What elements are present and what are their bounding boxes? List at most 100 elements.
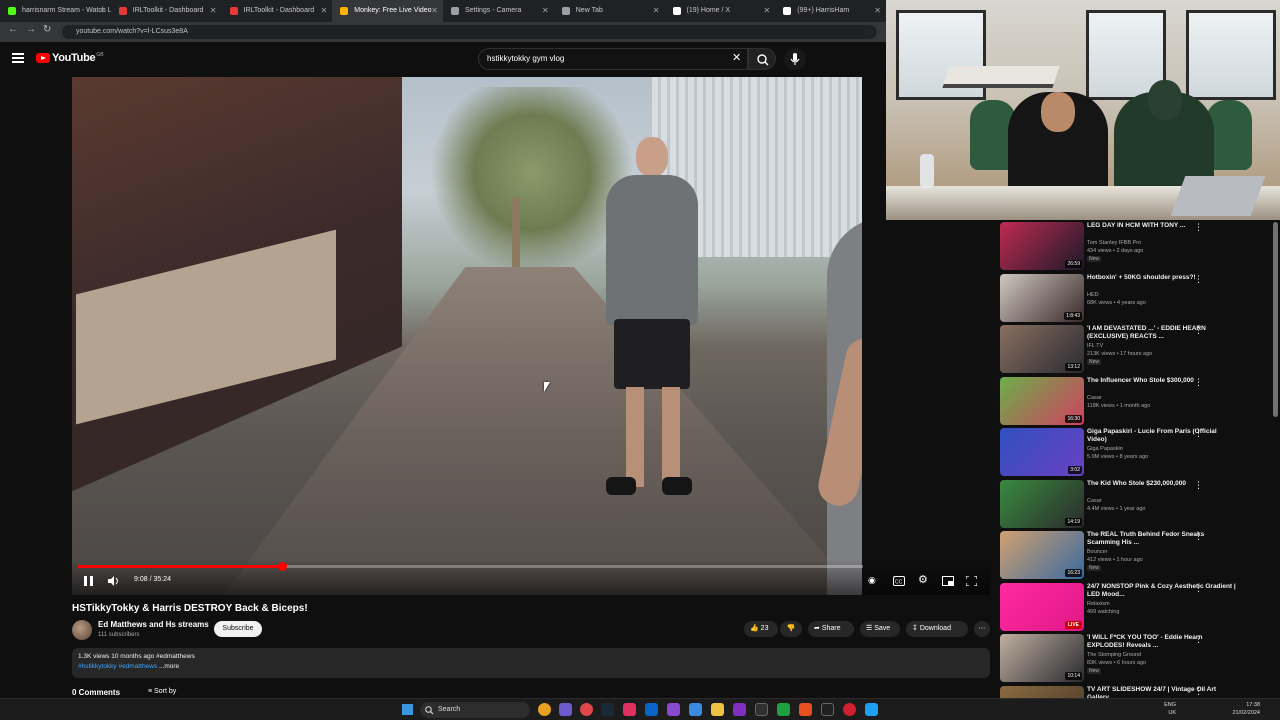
language-indicator[interactable]: ENG UK xyxy=(1162,701,1176,717)
more-vertical-icon[interactable]: ⋮ xyxy=(1194,377,1203,386)
more-vertical-icon[interactable]: ⋮ xyxy=(1194,480,1203,489)
teams-icon[interactable] xyxy=(559,703,572,716)
description-box[interactable]: 1.3K views 10 months ago #edmatthews #hs… xyxy=(72,648,990,678)
recommendation-channel[interactable]: Relaxism xyxy=(1087,601,1110,607)
recommendation-item[interactable]: 10:14 'I WILL F*CK YOU TOO' - Eddie Hearn… xyxy=(998,634,1274,686)
recommendation-thumbnail[interactable]: 10:14 xyxy=(1000,634,1084,682)
clock[interactable]: 17:38 21/02/2024 xyxy=(1220,701,1260,717)
description-more[interactable]: ...more xyxy=(159,663,179,670)
recommendation-thumbnail[interactable]: LIVE xyxy=(1000,582,1084,631)
file-explorer-icon[interactable] xyxy=(711,703,724,716)
browser-tab[interactable]: New Tab ✕ xyxy=(554,0,665,22)
autoplay-toggle-icon[interactable]: ◉ xyxy=(868,575,876,586)
recommendation-channel[interactable]: Casar xyxy=(1087,395,1102,401)
pause-button[interactable] xyxy=(84,576,93,586)
more-vertical-icon[interactable]: ⋮ xyxy=(1194,223,1203,232)
like-button[interactable]: 👍 23 xyxy=(744,621,778,637)
recommendation-channel[interactable]: Tom Stanley IFBB Pro xyxy=(1087,240,1141,246)
tab-close-icon[interactable]: ✕ xyxy=(210,0,217,22)
recommendation-thumbnail[interactable]: 14:19 xyxy=(1000,479,1084,528)
recommendation-item[interactable]: 16:23 The REAL Truth Behind Fedor Sneaks … xyxy=(998,531,1274,583)
obs-icon[interactable] xyxy=(580,703,593,716)
search-input[interactable]: hstikkytokky gym vlog xyxy=(478,48,748,70)
tab-close-icon[interactable]: ✕ xyxy=(764,0,771,22)
reload-icon[interactable]: ↻ xyxy=(43,24,51,35)
fullscreen-icon[interactable] xyxy=(966,576,977,586)
video-player[interactable] xyxy=(72,77,862,595)
volume-icon[interactable] xyxy=(108,576,120,586)
recommendation-thumbnail[interactable]: 13:12 xyxy=(1000,325,1084,373)
save-button[interactable]: ☰ Save xyxy=(860,621,900,637)
recommendation-item[interactable]: 13:12 'I AM DEVASTATED ...' - EDDIE HEARN… xyxy=(998,325,1274,377)
dislike-button[interactable]: 👎 xyxy=(780,621,802,637)
steam-icon[interactable] xyxy=(601,703,614,716)
tab-close-icon[interactable]: ✕ xyxy=(321,0,328,22)
tab-close-icon[interactable]: ✕ xyxy=(99,0,106,22)
recommendation-thumbnail[interactable]: 16:23 xyxy=(1000,531,1084,579)
browser-tab[interactable]: harrisnarm Stream - Watch Li ✕ xyxy=(0,0,111,22)
forward-icon[interactable]: → xyxy=(26,24,36,35)
recommendation-item[interactable]: 16:30 The Influencer Who Stole $300,000 Ca… xyxy=(998,376,1274,429)
chrome-icon[interactable] xyxy=(538,703,551,716)
back-icon[interactable]: ← xyxy=(8,24,18,35)
xbox-icon[interactable] xyxy=(777,703,790,716)
search-button[interactable] xyxy=(748,48,776,70)
recommendation-thumbnail[interactable]: 26:59 xyxy=(1000,222,1084,270)
opera-icon[interactable] xyxy=(843,703,856,716)
more-vertical-icon[interactable]: ⋮ xyxy=(1194,274,1203,283)
browser-tab[interactable]: Settings - Camera ✕ xyxy=(443,0,554,22)
recommendation-channel[interactable]: HED xyxy=(1087,292,1099,298)
voice-search-button[interactable] xyxy=(784,48,806,70)
url-field[interactable]: youtube.com/watch?v=l-LCsus3e8A xyxy=(62,25,877,39)
more-vertical-icon[interactable]: ⋮ xyxy=(1194,429,1203,438)
browser-tab[interactable]: (19) Home / X ✕ xyxy=(665,0,776,22)
recommendation-channel[interactable]: Giga Papaskiri xyxy=(1087,446,1123,452)
download-button[interactable]: ↧ Download xyxy=(906,621,968,637)
share-button[interactable]: ➦ Share xyxy=(808,621,854,637)
hamburger-menu-icon[interactable] xyxy=(12,53,24,63)
recommendation-thumbnail[interactable]: 16:30 xyxy=(1000,376,1084,425)
more-vertical-icon[interactable]: ⋮ xyxy=(1194,686,1203,695)
browser-tab[interactable]: IRLToolkit - Dashboard ✕ xyxy=(222,0,333,22)
recommendation-item[interactable]: LIVE 24/7 NONSTOP Pink & Cozy Aesthetic G… xyxy=(998,582,1274,635)
tab-close-icon[interactable]: ✕ xyxy=(874,0,881,22)
app-icon[interactable] xyxy=(623,703,636,716)
browser-tab[interactable]: IRLToolkit - Dashboard ✕ xyxy=(111,0,222,22)
more-vertical-icon[interactable]: ⋮ xyxy=(1194,326,1203,335)
windows-start-icon[interactable] xyxy=(402,704,413,715)
browser-tab[interactable]: Monkey: Free Live Video ✕ xyxy=(332,0,443,22)
tab-close-icon[interactable]: ✕ xyxy=(542,0,549,22)
outlook-icon[interactable] xyxy=(645,703,658,716)
app-icon[interactable] xyxy=(821,703,834,716)
more-vertical-icon[interactable]: ⋮ xyxy=(1194,635,1203,644)
miniplayer-icon[interactable] xyxy=(942,576,954,586)
app-icon[interactable] xyxy=(865,703,878,716)
recommendation-channel[interactable]: IFL TV xyxy=(1087,343,1103,349)
description-hashtags[interactable]: #hstikkytokky #edmatthews xyxy=(78,663,157,670)
recommendation-item[interactable]: 3:02 Giga Papaskiri - Lucie From Paris (O… xyxy=(998,428,1274,480)
recommendation-item[interactable]: 14:19 The Kid Who Stole $230,000,000 Casar… xyxy=(998,479,1274,532)
recommendation-channel[interactable]: Bouncer xyxy=(1087,549,1108,555)
settings-gear-icon[interactable]: ⚙ xyxy=(918,573,928,586)
progress-bar[interactable] xyxy=(78,562,863,571)
sort-comments-button[interactable]: ≡ Sort by xyxy=(148,688,176,695)
channel-avatar[interactable] xyxy=(72,620,92,640)
recommendation-thumbnail[interactable]: 3:02 xyxy=(1000,428,1084,476)
app-icon[interactable] xyxy=(799,703,812,716)
more-vertical-icon[interactable]: ⋮ xyxy=(1194,532,1203,541)
app-icon[interactable] xyxy=(667,703,680,716)
recommendation-item[interactable]: 26:59 LEG DAY IN HCM WITH TONY ... Tom Sta… xyxy=(998,222,1274,274)
captions-icon[interactable]: CC xyxy=(893,576,905,586)
recommendation-item[interactable]: 1:8:43 Hotboxin' + 50KG shoulder press?! H… xyxy=(998,273,1274,326)
browser-tab[interactable]: (99+) HarrisHam ✕ xyxy=(775,0,886,22)
app-icon[interactable] xyxy=(733,703,746,716)
subscribe-button[interactable]: Subscribe xyxy=(214,621,262,637)
recommendation-thumbnail[interactable]: 1:8:43 xyxy=(1000,273,1084,322)
more-actions-button[interactable]: ⋯ xyxy=(974,621,990,637)
recommendation-channel[interactable]: The Stomping Ground xyxy=(1087,652,1141,658)
tab-close-icon[interactable]: ✕ xyxy=(653,0,660,22)
recommendation-thumbnail[interactable] xyxy=(1000,685,1084,698)
channel-name[interactable]: Ed Matthews and Hs streams xyxy=(98,620,209,629)
more-vertical-icon[interactable]: ⋮ xyxy=(1194,583,1203,592)
tab-close-icon[interactable]: ✕ xyxy=(431,0,438,22)
